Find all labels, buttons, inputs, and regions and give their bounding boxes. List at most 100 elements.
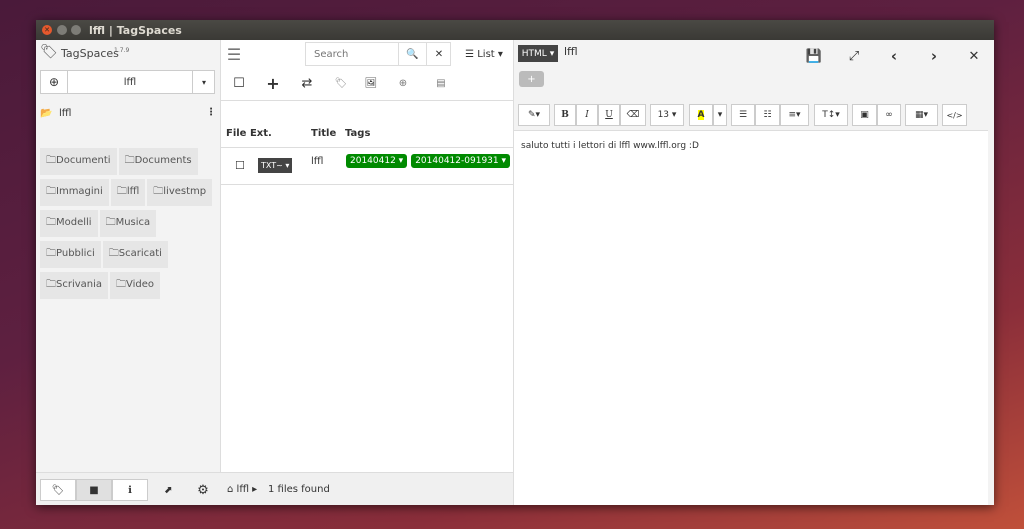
location-name[interactable]: lffl <box>68 71 192 93</box>
add-file-icon[interactable]: + <box>263 74 283 93</box>
folder-list: 🗀Documenti 🗀Documents🗀Immagini 🗀lffl 🗀lives… <box>40 148 218 303</box>
clear-search-icon[interactable]: ✕ <box>426 43 451 65</box>
folder-item[interactable]: 🗀livestmp <box>147 179 213 206</box>
folder-label: Video <box>126 279 155 290</box>
select-all-checkbox[interactable]: ☐ <box>231 75 247 91</box>
next-file-icon[interactable]: › <box>924 47 944 65</box>
file-tags: 20140412 ▾ 20140412-091931 ▾ <box>346 154 514 168</box>
folder-icon[interactable]: ■ <box>76 479 112 501</box>
bullet-list-icon[interactable]: ☰ <box>731 104 755 126</box>
maximize-window-button[interactable] <box>71 25 81 35</box>
folder-label: Modelli <box>56 217 92 228</box>
zoom-in-icon[interactable]: ⊕ <box>393 75 413 91</box>
editor-content-area[interactable]: saluto tutti i lettori di lffl www.lffl.… <box>514 130 988 505</box>
search-box: 🔍 ✕ <box>305 42 451 66</box>
style-dropdown[interactable]: ✎▾ <box>518 104 550 126</box>
line-height-dropdown[interactable]: T↕▾ <box>814 104 848 126</box>
add-tag-button[interactable]: + <box>519 71 544 87</box>
insert-link-icon[interactable]: ∞ <box>877 104 901 126</box>
eraser-icon[interactable]: ⌫ <box>620 104 646 126</box>
menu-hamburger-icon[interactable]: ☰ <box>223 45 245 64</box>
col-title[interactable]: Title <box>311 128 336 139</box>
code-view-icon[interactable]: </> <box>942 104 967 126</box>
columns-icon[interactable]: ▤ <box>431 75 451 91</box>
folder-menu-icon[interactable]: ⋮ <box>206 107 216 118</box>
folder-icon: 🗀 <box>105 217 116 228</box>
search-icon[interactable]: 🔍 <box>398 43 426 65</box>
table-dropdown[interactable]: ▦▾ <box>905 104 938 126</box>
previous-file-icon[interactable]: ‹ <box>884 47 904 65</box>
tag-badge[interactable]: 20140412-091931 ▾ <box>411 154 511 168</box>
file-list-panel: ☰ 🔍 ✕ ☰ List ▾ ☐ + ⇄ 🏷 🖼 ⊕ ▤ File Ext. T… <box>221 40 514 505</box>
view-mode-dropdown[interactable]: ☰ List ▾ <box>459 47 509 61</box>
breadcrumb-folder: lffl <box>236 484 249 495</box>
numbered-list-icon[interactable]: ☷ <box>755 104 780 126</box>
close-file-icon[interactable]: ✕ <box>964 48 984 64</box>
folder-icon: 🗀 <box>46 248 56 259</box>
location-dropdown[interactable]: ▾ <box>192 71 215 93</box>
folder-item[interactable]: 🗀Pubblici <box>40 241 101 268</box>
close-window-button[interactable]: ✕ <box>42 25 52 35</box>
folder-item[interactable]: 🗀Documents <box>118 148 198 175</box>
folder-icon: 🗀 <box>116 186 127 197</box>
row-checkbox[interactable]: ☐ <box>235 159 245 172</box>
text-color-button[interactable]: A <box>689 104 713 126</box>
folder-item[interactable]: 🗀Documenti <box>40 148 117 175</box>
file-ext-badge[interactable]: TXT~ ▾ <box>258 158 293 173</box>
align-dropdown[interactable]: ≡▾ <box>780 104 809 126</box>
col-tags[interactable]: Tags <box>345 128 370 139</box>
folder-item[interactable]: 🗀Modelli <box>40 210 98 237</box>
folder-item[interactable]: 🗀Musica <box>99 210 157 237</box>
image-icon[interactable]: 🖼 <box>361 75 381 91</box>
italic-button[interactable]: I <box>576 104 598 126</box>
settings-gear-icon[interactable]: ⚙ <box>191 479 215 501</box>
editor-filename: lffl <box>564 45 578 58</box>
folder-icon: 🗀 <box>46 217 56 228</box>
files-count: 1 files found <box>268 484 330 495</box>
folder-item[interactable]: 🗀Video <box>110 272 161 299</box>
info-icon[interactable]: ℹ <box>112 479 148 501</box>
folder-label: Documenti <box>56 155 111 166</box>
status-bar: ⌂ lffl ▸ 1 files found <box>221 472 513 505</box>
folder-icon: 🗀 <box>46 186 56 197</box>
app-name: TagSpaces <box>61 47 119 60</box>
save-icon[interactable]: 💾 <box>804 48 824 64</box>
tag-icon[interactable]: 🏷 <box>331 75 351 91</box>
add-location-button[interactable]: ⊕ <box>41 71 68 93</box>
folder-label: lffl <box>126 186 140 197</box>
editor-text: saluto tutti i lettori di lffl www.lffl.… <box>521 141 699 151</box>
folder-icon: 🗀 <box>46 155 56 166</box>
search-input[interactable] <box>306 43 398 65</box>
col-ext[interactable]: File Ext. <box>226 128 272 139</box>
editor-mode-dropdown[interactable]: HTML ▾ <box>518 45 558 62</box>
underline-button[interactable]: U <box>598 104 620 126</box>
font-size-dropdown[interactable]: 13 ▾ <box>650 104 684 126</box>
file-title: lffl <box>311 156 324 167</box>
fullscreen-icon[interactable]: ⤢ <box>844 48 864 64</box>
breadcrumb[interactable]: ⌂ lffl ▸ <box>227 484 257 495</box>
tag-badge[interactable]: 20140412 ▾ <box>346 154 408 168</box>
bold-button[interactable]: B <box>554 104 576 126</box>
table-row[interactable]: ☐ TXT~ ▾ lffl 20140412 ▾ 20140412-091931 … <box>221 147 513 185</box>
view-mode-label: List <box>477 48 495 60</box>
folder-item[interactable]: 🗀Scaricati <box>102 241 168 268</box>
color-dropdown[interactable]: ▾ <box>713 104 727 126</box>
current-folder[interactable]: lffl <box>59 108 71 119</box>
minimize-window-button[interactable] <box>57 25 67 35</box>
refresh-icon[interactable]: ⇄ <box>297 75 317 91</box>
folder-item[interactable]: 🗀Immagini <box>40 179 109 206</box>
window-title: lffl | TagSpaces <box>89 24 182 37</box>
folder-item[interactable]: 🗀Scrivania <box>40 272 109 299</box>
folder-item[interactable]: 🗀lffl <box>110 179 146 206</box>
tags-icon[interactable]: 🏷 <box>40 479 76 501</box>
app-window: ✕ lffl | TagSpaces 🏷 TagSpaces 1.7.9 ⊕ l… <box>36 20 994 505</box>
editor-mode: HTML <box>521 48 547 59</box>
tag-label: 20140412 <box>350 156 396 166</box>
left-footer: 🏷 ■ ℹ ⬈ ⚙ <box>36 472 221 505</box>
insert-image-icon[interactable]: ▣ <box>852 104 877 126</box>
folder-label: livestmp <box>163 186 207 197</box>
folder-label: Musica <box>115 217 151 228</box>
folder-open-icon: 📂 <box>40 108 53 119</box>
left-panel: 🏷 TagSpaces 1.7.9 ⊕ lffl ▾ 📂 lffl ⋮ 🗀Doc… <box>36 40 221 505</box>
external-link-icon[interactable]: ⬈ <box>156 479 180 501</box>
